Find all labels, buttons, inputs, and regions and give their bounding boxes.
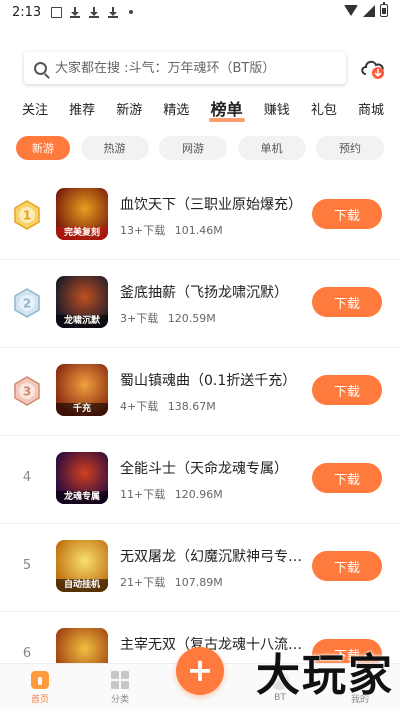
rank-number: 2 [23,297,31,311]
nav-category-label: 分类 [110,694,129,705]
rank-medal-icon: 1 [14,200,40,230]
game-thumbnail[interactable]: 完美复刻 [56,188,108,240]
home-icon [31,670,49,689]
sub-tabs: 新游 热游 网游 单机 预约 [16,136,384,160]
thumbnail-caption: 完美复刻 [56,227,108,240]
active-tab-underline [208,118,245,122]
subtab-online[interactable]: 网游 [159,136,227,160]
search-input[interactable] [55,60,335,76]
game-thumbnail[interactable]: 龙魂专属 [56,452,108,504]
download-count: 11+下载 [120,488,166,501]
game-row[interactable]: 2 龙啸沉默 釜底抽薪（飞扬龙啸沉默） 3+下载 120.59M 下载 [0,260,400,348]
search-icon [34,61,47,75]
nav-home[interactable]: 首页 [0,664,80,711]
thumbnail-caption: 千充 [56,403,108,416]
game-title[interactable]: 釜底抽薪（飞扬龙啸沉默） [120,282,304,302]
subtab-new[interactable]: 新游 [16,136,70,160]
game-meta: 3+下载 120.59M [120,310,216,326]
more-notifications-dot [129,10,134,14]
game-meta: 21+下载 107.89M [120,574,223,590]
download-count: 13+下载 [120,224,166,237]
game-thumbnail[interactable]: 龙啸沉默 [56,276,108,328]
tab-earn[interactable]: 赚钱 [260,99,294,118]
game-meta: 11+下载 120.96M [120,486,223,502]
image-notification-icon [51,6,63,18]
subtab-hot[interactable]: 热游 [80,136,149,160]
download-count: 3+下载 [120,312,159,325]
subtab-reserve[interactable]: 预约 [316,136,384,160]
thumbnail-caption: 自动挂机 [56,579,108,592]
game-thumbnail[interactable]: 千充 [56,364,108,416]
signal-icon [363,4,375,17]
rank-medal-icon: 3 [14,376,40,406]
thumbnail-caption: 龙啸沉默 [56,315,108,328]
nav-home-label: 首页 [30,694,49,705]
file-size: 120.59M [167,312,216,325]
game-row[interactable]: 4 龙魂专属 全能斗士（天命龙魂专属） 11+下载 120.96M 下载 [0,436,400,524]
game-row[interactable]: 1 完美复刻 血饮天下（三职业原始爆充） 13+下载 101.46M 下载 [0,172,400,260]
watermark-logo: 大玩家 [256,650,394,701]
file-size: 101.46M [174,224,223,237]
game-title[interactable]: 无双屠龙（幻魔沉默神弓专属） [120,546,304,566]
game-title[interactable]: 全能斗士（天命龙魂专属） [120,458,304,478]
cloud-download-button[interactable] [358,53,388,83]
category-icon [111,670,129,689]
game-meta: 13+下载 101.46M [120,222,223,238]
rank-number: 1 [23,209,31,223]
add-button[interactable]: + [176,647,224,695]
game-row[interactable]: 3 千充 蜀山镇魂曲（0.1折送千充） 4+下载 138.67M 下载 [0,348,400,436]
search-box[interactable] [24,52,346,84]
tab-new-games[interactable]: 新游 [112,99,146,118]
battery-icon [380,1,388,17]
wifi-icon [344,5,358,16]
nav-category[interactable]: 分类 [80,664,160,711]
tab-store[interactable]: 商城 [354,99,388,118]
status-bar: 2:13 [0,0,400,24]
tab-follow[interactable]: 关注 [18,99,52,118]
tab-gifts[interactable]: 礼包 [307,99,341,118]
download-notification-icon [89,6,100,18]
subtab-single[interactable]: 单机 [237,136,306,160]
search-row [24,52,388,84]
tab-rankings-label: 榜单 [210,100,243,119]
rank-number: 5 [22,558,32,573]
download-count: 21+下载 [120,576,166,589]
rank-medal-icon: 2 [14,288,40,318]
cloud-download-icon [361,60,384,79]
download-button[interactable]: 下载 [312,375,382,405]
tab-rankings[interactable]: 榜单 [207,96,247,122]
app-screen: 2:13 关注 推荐 新游 精选 榜单 赚钱 礼包 [0,0,400,711]
file-size: 107.89M [174,576,223,589]
thumbnail-caption: 龙魂专属 [56,491,108,504]
game-title[interactable]: 蜀山镇魂曲（0.1折送千充） [120,370,304,390]
game-meta: 4+下载 138.67M [120,398,216,414]
tab-featured[interactable]: 精选 [159,99,193,118]
file-size: 120.96M [174,488,223,501]
status-time: 2:13 [12,4,42,20]
download-count: 4+下载 [120,400,159,413]
ranking-list: 1 完美复刻 血饮天下（三职业原始爆充） 13+下载 101.46M 下载 2 … [0,172,400,700]
download-button[interactable]: 下载 [312,463,382,493]
rank-number: 6 [22,646,32,661]
download-button[interactable]: 下载 [312,287,382,317]
game-row[interactable]: 5 自动挂机 无双屠龙（幻魔沉默神弓专属） 21+下载 107.89M 下载 [0,524,400,612]
file-size: 138.67M [167,400,216,413]
download-notification-icon [70,6,81,18]
game-title[interactable]: 血饮天下（三职业原始爆充） [120,194,304,214]
rank-number: 4 [22,470,32,485]
status-right [344,1,388,17]
tab-recommend[interactable]: 推荐 [65,99,99,118]
download-notification-icon [108,6,119,18]
rank-number: 3 [23,385,31,399]
download-button[interactable]: 下载 [312,199,382,229]
download-button[interactable]: 下载 [312,551,382,581]
top-tabs: 关注 推荐 新游 精选 榜单 赚钱 礼包 商城 [18,94,388,122]
game-thumbnail[interactable]: 自动挂机 [56,540,108,592]
